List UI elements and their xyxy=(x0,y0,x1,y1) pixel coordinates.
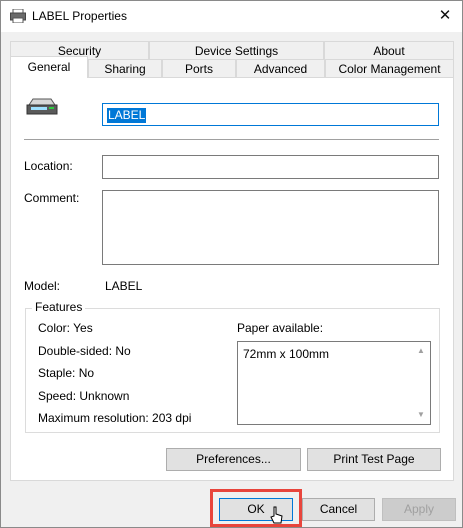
feature-color: Color: Yes xyxy=(38,321,93,335)
paper-list[interactable]: 72mm x 100mm ▲ ▼ xyxy=(237,341,431,425)
divider xyxy=(24,139,439,140)
paper-item[interactable]: 72mm x 100mm xyxy=(243,347,329,361)
location-label: Location: xyxy=(24,159,73,173)
printer-icon xyxy=(10,9,26,23)
scroll-down-icon[interactable]: ▼ xyxy=(414,408,428,422)
close-icon: ✕ xyxy=(438,7,452,24)
scroll-up-icon[interactable]: ▲ xyxy=(414,344,428,358)
comment-field[interactable] xyxy=(102,190,439,265)
tab-advanced[interactable]: Advanced xyxy=(236,59,325,77)
paper-available-label: Paper available: xyxy=(237,321,324,335)
general-tab-panel: LABEL Location: Comment: Model: LABEL Fe… xyxy=(10,77,454,481)
model-label: Model: xyxy=(24,279,61,293)
printer-large-icon xyxy=(26,98,58,115)
comment-label: Comment: xyxy=(24,191,80,205)
title-bar: LABEL Properties ✕ xyxy=(1,1,462,32)
feature-staple: Staple: No xyxy=(38,366,95,380)
properties-dialog: LABEL Properties ✕ Security Device Setti… xyxy=(0,0,463,528)
feature-speed: Speed: Unknown xyxy=(38,389,130,403)
cancel-button[interactable]: Cancel xyxy=(302,498,375,521)
tab-color-management[interactable]: Color Management xyxy=(325,59,454,77)
tab-ports[interactable]: Ports xyxy=(162,59,236,77)
feature-max-resolution: Maximum resolution: 203 dpi xyxy=(38,411,192,425)
tab-device-settings[interactable]: Device Settings xyxy=(149,41,324,59)
apply-button: Apply xyxy=(382,498,456,521)
model-value: LABEL xyxy=(105,279,143,293)
printer-name-field[interactable]: LABEL xyxy=(102,103,439,126)
tab-sharing[interactable]: Sharing xyxy=(88,59,162,77)
preferences-button[interactable]: Preferences... xyxy=(166,448,301,471)
location-field[interactable] xyxy=(102,155,439,179)
printer-name-value: LABEL xyxy=(107,108,147,123)
window-title: LABEL Properties xyxy=(32,9,127,23)
features-title: Features xyxy=(32,300,86,314)
close-button[interactable]: ✕ xyxy=(428,1,462,32)
tab-about[interactable]: About xyxy=(324,41,454,59)
cursor-icon xyxy=(270,506,283,524)
print-test-page-button[interactable]: Print Test Page xyxy=(307,448,441,471)
feature-double-sided: Double-sided: No xyxy=(38,344,131,358)
tab-general[interactable]: General xyxy=(10,56,88,78)
ok-highlight-box xyxy=(210,489,302,527)
